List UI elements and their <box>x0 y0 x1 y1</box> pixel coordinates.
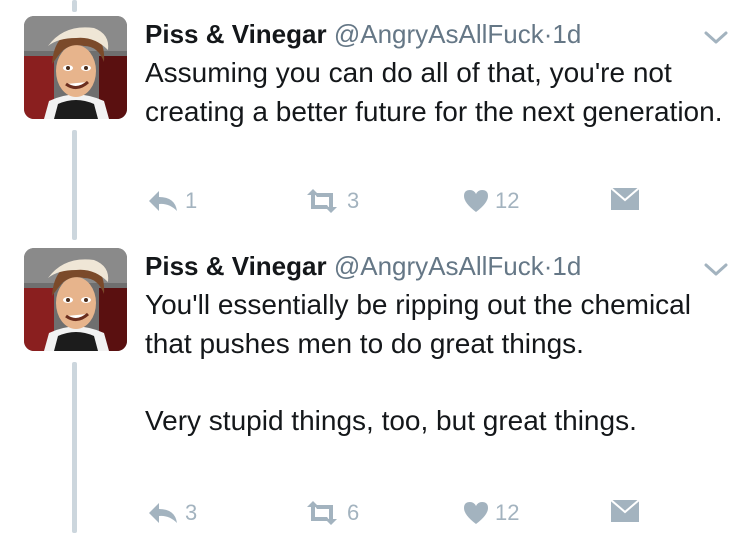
tweet-header: Piss & Vinegar @AngryAsAllFuck·1d <box>145 250 581 282</box>
retweet-button[interactable]: 6 <box>303 500 359 526</box>
tweet-actions: 3 6 12 <box>145 500 665 530</box>
reply-count: 3 <box>185 500 198 525</box>
tweet[interactable]: Piss & Vinegar @AngryAsAllFuck·1d Assumi… <box>0 16 749 226</box>
tweet-header: Piss & Vinegar @AngryAsAllFuck·1d <box>145 18 581 50</box>
like-count: 12 <box>495 500 520 525</box>
display-name[interactable]: Piss & Vinegar <box>145 251 327 281</box>
avatar-image <box>24 248 127 351</box>
heart-icon <box>463 501 489 525</box>
retweet-icon <box>303 501 341 525</box>
like-button[interactable]: 12 <box>463 500 519 526</box>
tweet-actions: 1 3 12 <box>145 188 665 218</box>
reply-button[interactable]: 3 <box>147 500 197 526</box>
thread-line-top <box>72 0 77 12</box>
retweet-button[interactable]: 3 <box>303 188 359 214</box>
retweet-icon <box>303 189 341 213</box>
heart-icon <box>463 189 489 213</box>
user-handle[interactable]: @AngryAsAllFuck <box>334 251 544 281</box>
timestamp[interactable]: 1d <box>552 251 581 281</box>
like-count: 12 <box>495 188 520 213</box>
display-name[interactable]: Piss & Vinegar <box>145 19 327 49</box>
direct-message-button[interactable] <box>611 500 639 522</box>
retweet-count: 6 <box>347 500 360 525</box>
chevron-down-icon[interactable] <box>703 262 729 278</box>
retweet-count: 3 <box>347 188 360 213</box>
user-handle[interactable]: @AngryAsAllFuck <box>334 19 544 49</box>
tweet-text: Assuming you can do all of that, you're … <box>145 57 723 127</box>
direct-message-icon <box>611 500 639 522</box>
avatar-image <box>24 16 127 119</box>
direct-message-button[interactable] <box>611 188 639 210</box>
tweet[interactable]: Piss & Vinegar @AngryAsAllFuck·1d You'll… <box>0 248 749 533</box>
avatar[interactable] <box>24 248 127 351</box>
direct-message-icon <box>611 188 639 210</box>
timestamp[interactable]: 1d <box>552 19 581 49</box>
reply-count: 1 <box>185 188 198 213</box>
reply-icon <box>147 189 179 213</box>
reply-icon <box>147 501 179 525</box>
tweet-text: You'll essentially be ripping out the ch… <box>145 289 691 436</box>
chevron-down-icon[interactable] <box>703 30 729 46</box>
avatar[interactable] <box>24 16 127 119</box>
like-button[interactable]: 12 <box>463 188 519 214</box>
reply-button[interactable]: 1 <box>147 188 197 214</box>
